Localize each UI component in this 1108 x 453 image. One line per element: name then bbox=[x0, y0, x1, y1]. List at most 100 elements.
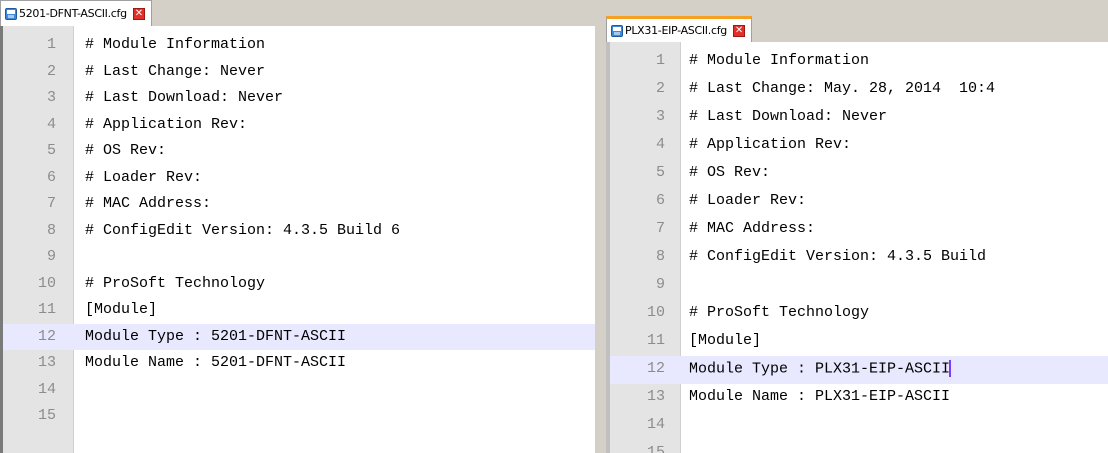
line-text: # MAC Address: bbox=[85, 195, 212, 212]
code-editor[interactable]: 1 # Module Information 2 # Last Change: May… bbox=[606, 42, 1108, 453]
code-line[interactable]: 2 # Last Change: May. 28, 2014 10:4 bbox=[610, 76, 1108, 104]
code-line[interactable]: 12 Module Type : PLX31-EIP-ASCII bbox=[610, 356, 1108, 384]
code-line[interactable]: 10 # ProSoft Technology bbox=[3, 271, 595, 298]
code-line[interactable]: 15 bbox=[3, 403, 595, 430]
tab-title: PLX31-EIP-ASCII.cfg bbox=[625, 24, 727, 37]
line-number: 12 bbox=[646, 360, 665, 377]
line-text: # ConfigEdit Version: 4.3.5 Build 6 bbox=[85, 221, 401, 239]
line-number: 15 bbox=[37, 407, 56, 424]
code-editor[interactable]: 1 # Module Information 2 # Last Change: Nev… bbox=[0, 26, 595, 453]
code-line[interactable]: 13 Module Name : PLX31-EIP-ASCII bbox=[610, 384, 1108, 412]
code-line[interactable]: 1 # Module Information bbox=[3, 32, 595, 59]
line-text: # Module Information bbox=[85, 36, 266, 53]
line-number: 13 bbox=[646, 388, 665, 405]
code-line[interactable]: 4 # Application Rev: bbox=[610, 132, 1108, 160]
code-line[interactable]: 5 # OS Rev: bbox=[3, 138, 595, 165]
line-number: 3 bbox=[655, 108, 665, 125]
tab-plx31-eip-ascii-cfg[interactable]: PLX31-EIP-ASCII.cfg ✕ bbox=[606, 16, 752, 42]
line-text: # ProSoft Technology bbox=[85, 274, 266, 292]
line-text: # Last Download: Never bbox=[689, 108, 888, 125]
line-text: # Last Change: Never bbox=[85, 62, 266, 80]
line-text: Module Name : 5201-DFNT-ASCII bbox=[85, 354, 347, 371]
line-number: 5 bbox=[46, 142, 56, 159]
line-number: 13 bbox=[37, 354, 56, 371]
code-line[interactable]: 8 # ConfigEdit Version: 4.3.5 Build bbox=[610, 244, 1108, 272]
code-line[interactable]: 9 bbox=[3, 244, 595, 271]
code-line[interactable]: 1 # Module Information bbox=[610, 48, 1108, 76]
line-text: # OS Rev: bbox=[85, 142, 167, 159]
line-number: 7 bbox=[46, 195, 56, 212]
line-number: 2 bbox=[46, 62, 56, 80]
line-number: 8 bbox=[46, 221, 56, 239]
code-line[interactable]: 2 # Last Change: Never bbox=[3, 59, 595, 86]
code-line[interactable]: 14 bbox=[3, 377, 595, 404]
line-text: Module Name : PLX31-EIP-ASCII bbox=[689, 388, 951, 405]
line-text: # Application Rev: bbox=[85, 115, 248, 133]
line-text: Module Type : 5201-DFNT-ASCII bbox=[85, 327, 347, 345]
tab-bar: PLX31-EIP-ASCII.cfg ✕ bbox=[606, 0, 1108, 42]
code-line[interactable]: 3 # Last Download: Never bbox=[610, 104, 1108, 132]
line-text: # ProSoft Technology bbox=[689, 304, 870, 321]
code-line[interactable]: 13 Module Name : 5201-DFNT-ASCII bbox=[3, 350, 595, 377]
code-line[interactable]: 6 # Loader Rev: bbox=[610, 188, 1108, 216]
line-number: 14 bbox=[646, 416, 665, 433]
line-number: 4 bbox=[46, 115, 56, 133]
line-number: 10 bbox=[646, 304, 665, 321]
line-number: 9 bbox=[655, 276, 665, 293]
close-icon[interactable]: ✕ bbox=[132, 7, 145, 20]
split-divider[interactable] bbox=[595, 0, 606, 453]
line-number: 10 bbox=[37, 274, 56, 292]
code-line[interactable]: 11 [Module] bbox=[3, 297, 595, 324]
left-editor-pane: 5201-DFNT-ASCII.cfg ✕ 1 # Module Informat… bbox=[0, 0, 595, 453]
code-line[interactable]: 15 bbox=[610, 440, 1108, 453]
code-line[interactable]: 10 # ProSoft Technology bbox=[610, 300, 1108, 328]
code-line[interactable]: 7 # MAC Address: bbox=[3, 191, 595, 218]
line-number: 6 bbox=[655, 192, 665, 209]
code-line[interactable]: 11 [Module] bbox=[610, 328, 1108, 356]
line-number: 1 bbox=[655, 52, 665, 69]
line-number: 5 bbox=[655, 164, 665, 181]
line-number: 11 bbox=[37, 301, 56, 318]
line-text: # Last Download: Never bbox=[85, 89, 284, 106]
line-number: 1 bbox=[46, 36, 56, 53]
code-line[interactable]: 7 # MAC Address: bbox=[610, 216, 1108, 244]
tab-bar: 5201-DFNT-ASCII.cfg ✕ bbox=[0, 0, 595, 26]
save-disk-icon bbox=[5, 7, 17, 20]
line-text: # Loader Rev: bbox=[85, 168, 203, 186]
line-text: # ConfigEdit Version: 4.3.5 Build bbox=[689, 248, 987, 265]
code-line[interactable]: 9 bbox=[610, 272, 1108, 300]
text-caret bbox=[949, 360, 951, 377]
code-line[interactable]: 14 bbox=[610, 412, 1108, 440]
code-line[interactable]: 4 # Application Rev: bbox=[3, 112, 595, 139]
line-text: # Application Rev: bbox=[689, 136, 852, 153]
line-text: # OS Rev: bbox=[689, 164, 771, 181]
line-number: 6 bbox=[46, 168, 56, 186]
close-icon[interactable]: ✕ bbox=[732, 24, 745, 37]
tab-5201-dfnt-ascii-cfg[interactable]: 5201-DFNT-ASCII.cfg ✕ bbox=[0, 0, 152, 26]
line-number: 2 bbox=[655, 80, 665, 97]
line-text: # Loader Rev: bbox=[689, 192, 807, 209]
line-text: # Module Information bbox=[689, 52, 870, 69]
line-text: [Module] bbox=[85, 301, 158, 318]
tab-title: 5201-DFNT-ASCII.cfg bbox=[19, 7, 127, 20]
line-text: # MAC Address: bbox=[689, 220, 816, 237]
line-text: Module Type : PLX31-EIP-ASCII bbox=[689, 360, 951, 378]
line-number: 8 bbox=[655, 248, 665, 265]
line-number: 12 bbox=[37, 327, 56, 345]
line-number: 9 bbox=[46, 248, 56, 265]
right-editor-pane: PLX31-EIP-ASCII.cfg ✕ 1 # Module Informat… bbox=[606, 0, 1108, 453]
code-line[interactable]: 5 # OS Rev: bbox=[610, 160, 1108, 188]
code-line[interactable]: 6 # Loader Rev: bbox=[3, 165, 595, 192]
code-line[interactable]: 8 # ConfigEdit Version: 4.3.5 Build 6 bbox=[3, 218, 595, 245]
line-number: 15 bbox=[646, 444, 665, 453]
line-text: [Module] bbox=[689, 332, 762, 349]
line-text: # Last Change: May. 28, 2014 10:4 bbox=[689, 80, 996, 97]
code-line[interactable]: 3 # Last Download: Never bbox=[3, 85, 595, 112]
line-number: 4 bbox=[655, 136, 665, 153]
line-number: 3 bbox=[46, 89, 56, 106]
save-disk-icon bbox=[611, 24, 623, 37]
line-number: 11 bbox=[646, 332, 665, 349]
line-number: 14 bbox=[37, 380, 56, 398]
code-line[interactable]: 12 Module Type : 5201-DFNT-ASCII bbox=[3, 323, 595, 350]
line-number: 7 bbox=[655, 220, 665, 237]
